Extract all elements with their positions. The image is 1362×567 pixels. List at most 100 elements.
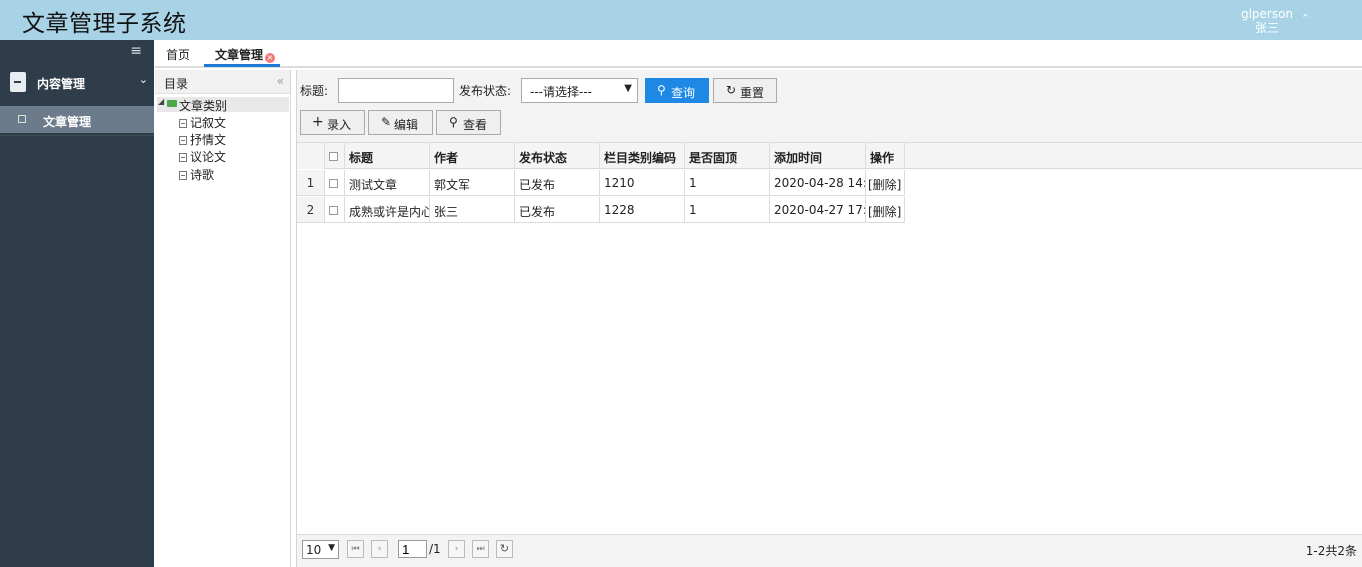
status-label: 发布状态: [459, 84, 512, 98]
tree-node-label: 诗歌 [190, 168, 215, 182]
menu-toggle-icon[interactable]: ≡ [130, 43, 142, 59]
tab-bar: 首页 文章管理 × [155, 40, 1362, 68]
query-button-label: 查询 [671, 86, 696, 100]
sidebar-group-label: 内容管理 [37, 77, 86, 91]
cell-time: 2020-04-28 14:35 [770, 170, 866, 196]
query-button[interactable]: ⚲ 查询 [645, 78, 709, 103]
dropdown-arrow-icon: ▼ [328, 543, 335, 553]
column-header[interactable]: 栏目类别编码 [600, 143, 685, 169]
category-tree-panel: 目录 « ◢ 文章类别 记叙文 抒情文 议论文 诗歌 [155, 70, 291, 567]
tab-home[interactable]: 首页 [166, 46, 190, 63]
pencil-icon: ✎ [381, 115, 392, 129]
sidebar-divider [0, 135, 154, 136]
row-number: 1 [297, 170, 325, 196]
plus-icon: + [312, 114, 324, 130]
tree-node-leaf[interactable]: 诗歌 [179, 166, 215, 182]
refresh-icon: ↻ [726, 83, 737, 97]
reset-button-label: 重置 [740, 86, 765, 100]
cell-time: 2020-04-27 17:05 [770, 197, 866, 223]
user-name: 张三 [1254, 21, 1279, 35]
view-button-label: 查看 [463, 118, 488, 132]
status-selected-value: ---请选择--- [530, 85, 592, 99]
delete-link[interactable]: [删除] [866, 170, 905, 196]
active-tab-indicator [204, 64, 280, 67]
search-form: 标题: 发布状态: ---请选择--- ▼ ⚲ 查询 ↻ 重置 [300, 78, 1360, 104]
sidebar-group-content[interactable]: 内容管理 ⌄ [0, 64, 154, 104]
cell-author: 张三 [430, 197, 515, 223]
column-header[interactable]: 发布状态 [515, 143, 600, 169]
cell-status: 已发布 [515, 197, 600, 223]
prev-page-icon[interactable]: ‹ [371, 540, 388, 558]
tree-node-label: 议论文 [190, 150, 227, 164]
cell-code: 1210 [600, 170, 685, 196]
pagination-info: 1-2共2条 [1305, 544, 1357, 558]
tab-articles[interactable]: 文章管理 × [215, 46, 276, 63]
file-icon [179, 119, 187, 128]
sidebar: ≡ 内容管理 ⌄ 文章管理 [0, 40, 154, 567]
column-header[interactable]: 操作 [866, 143, 905, 169]
title-label: 标题: [300, 84, 329, 98]
tree-node-leaf[interactable]: 记叙文 [179, 114, 227, 130]
table-row[interactable]: 1 测试文章 郭文军 已发布 1210 1 2020-04-28 14:35 [… [297, 170, 905, 196]
next-page-icon[interactable]: › [448, 540, 465, 558]
tree-node-root[interactable]: ◢ 文章类别 [157, 97, 289, 113]
table-header: 标题 作者 发布状态 栏目类别编码 是否固顶 添加时间 操作 [297, 143, 1362, 169]
page-size-value: 10 [306, 543, 322, 557]
expand-arrow-icon[interactable]: ◢ [158, 97, 164, 106]
app-header: 文章管理子系统 glperson 张三 ⌃ [0, 0, 1362, 40]
title-search-input[interactable] [338, 78, 454, 103]
sidebar-item-articles[interactable]: 文章管理 [0, 106, 154, 133]
tree-node-leaf[interactable]: 议论文 [179, 148, 227, 164]
select-all-checkbox[interactable] [325, 143, 345, 169]
rownum-header [297, 143, 325, 169]
tree-node-label: 抒情文 [190, 133, 227, 147]
add-button[interactable]: + 录入 [300, 110, 365, 135]
page-size-select[interactable]: 10 ▼ [302, 540, 339, 559]
tree-node-label: 记叙文 [190, 116, 227, 130]
collapse-icon[interactable]: « [277, 74, 284, 88]
table-row[interactable]: 2 成熟或许是内心 张三 已发布 1228 1 2020-04-27 17:05… [297, 197, 905, 223]
first-page-icon[interactable]: ⏮ [347, 540, 364, 558]
account-name: glperson [1240, 7, 1294, 21]
last-page-icon[interactable]: ⏭ [472, 540, 489, 558]
page-total: /1 [429, 542, 441, 556]
chevron-up-icon[interactable]: ⌃ [1301, 12, 1310, 25]
checkbox-icon [329, 152, 338, 161]
folder-open-icon [167, 100, 177, 107]
column-header[interactable]: 添加时间 [770, 143, 866, 169]
magnifier-icon: ⚲ [449, 115, 458, 129]
column-header[interactable]: 是否固顶 [685, 143, 770, 169]
app-title: 文章管理子系统 [22, 11, 187, 37]
main-content: 标题: 发布状态: ---请选择--- ▼ ⚲ 查询 ↻ 重置 + 录入 ✎ 编… [296, 70, 1362, 567]
edit-button[interactable]: ✎ 编辑 [368, 110, 433, 135]
column-header[interactable]: 作者 [430, 143, 515, 169]
pagination-bar: 10 ▼ ⏮ ‹ /1 › ⏭ ↻ 1-2共2条 [297, 534, 1362, 567]
file-icon [179, 171, 187, 180]
status-select[interactable]: ---请选择--- ▼ [521, 78, 638, 103]
user-menu[interactable]: glperson 张三 [1234, 7, 1300, 35]
checkbox-icon [329, 179, 338, 188]
view-button[interactable]: ⚲ 查看 [436, 110, 501, 135]
tab-label: 文章管理 [215, 48, 264, 62]
tree-header: 目录 « [155, 70, 290, 94]
row-number: 2 [297, 197, 325, 223]
search-icon: ⚲ [657, 83, 666, 97]
delete-link[interactable]: [删除] [866, 197, 905, 223]
file-icon [179, 136, 187, 145]
row-checkbox[interactable] [325, 170, 345, 196]
page-icon [18, 115, 26, 123]
article-table: 标题 作者 发布状态 栏目类别编码 是否固顶 添加时间 操作 1 测试文章 郭文… [297, 142, 1362, 534]
column-header[interactable]: 标题 [345, 143, 430, 169]
action-toolbar: + 录入 ✎ 编辑 ⚲ 查看 [300, 110, 700, 135]
refresh-icon[interactable]: ↻ [496, 540, 513, 558]
dropdown-arrow-icon: ▼ [624, 83, 632, 94]
page-number-input[interactable] [398, 540, 427, 558]
edit-button-label: 编辑 [394, 118, 419, 132]
tree-node-leaf[interactable]: 抒情文 [179, 131, 227, 147]
file-icon [179, 153, 187, 162]
add-button-label: 录入 [327, 118, 352, 132]
tree-node-label: 文章类别 [179, 99, 228, 113]
reset-button[interactable]: ↻ 重置 [713, 78, 777, 103]
close-icon[interactable]: × [265, 53, 276, 63]
row-checkbox[interactable] [325, 197, 345, 223]
